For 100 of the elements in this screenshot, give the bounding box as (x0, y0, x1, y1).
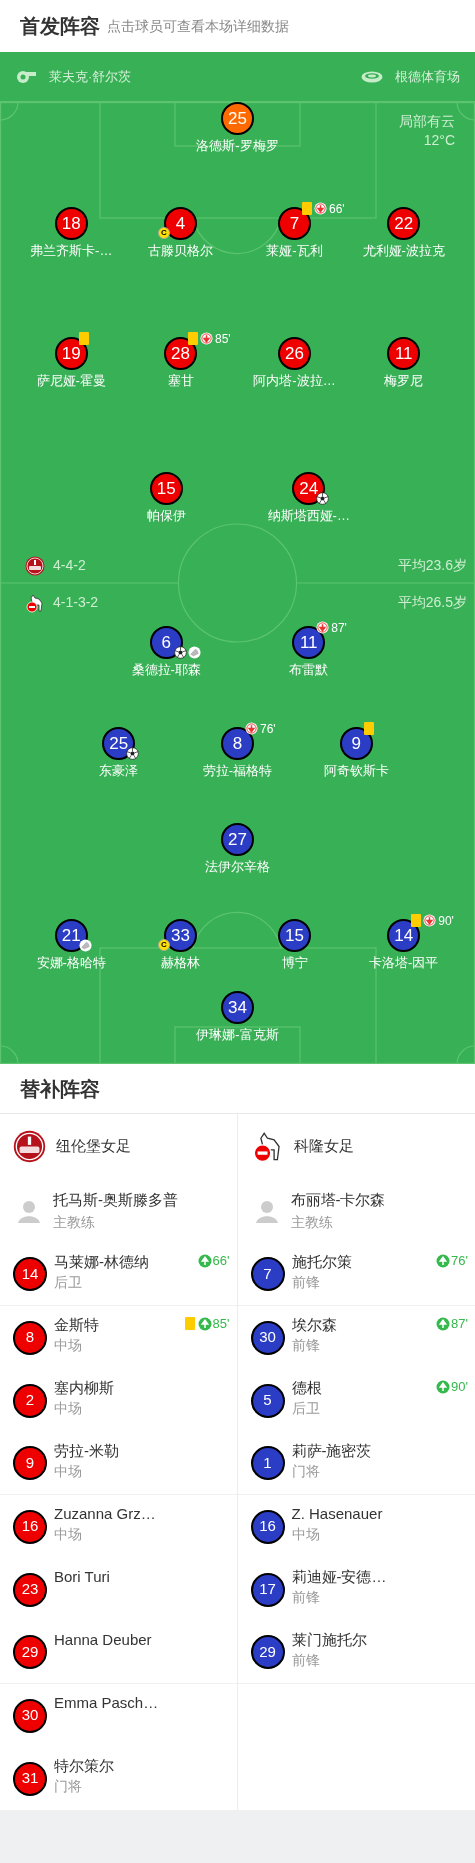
player-name[interactable]: 尤利娅-波拉克 (362, 243, 445, 259)
player-name[interactable]: 安娜-格哈特 (36, 955, 106, 971)
player-name[interactable]: 特尔策尔 (54, 1755, 114, 1776)
player-name[interactable]: Z. Hasenauer (291, 1503, 383, 1524)
player-name[interactable]: 劳拉-米勒 (54, 1440, 119, 1461)
player-name[interactable]: 法伊尔辛格 (205, 859, 270, 875)
player-name[interactable]: 莉迪娅-安德… (291, 1566, 387, 1587)
player-number[interactable]: 9 (339, 727, 373, 760)
club-crest-icon (13, 1130, 46, 1163)
player-number[interactable]: 31 (13, 1761, 47, 1796)
player-name[interactable]: Hanna Deuber (54, 1629, 152, 1650)
player-name[interactable]: 东豪泽 (99, 763, 139, 779)
player-number[interactable]: 15 (278, 919, 311, 952)
player-name[interactable]: 塞内柳斯 (54, 1377, 114, 1398)
player-name[interactable]: 赫格林 (161, 955, 200, 971)
player-name[interactable]: 马莱娜-林德纳 (54, 1251, 149, 1272)
player-number[interactable]: 6 (149, 626, 183, 659)
player-number[interactable]: 15 (149, 472, 183, 505)
player-position: 中场 (54, 1336, 83, 1355)
stadium-icon (361, 70, 383, 83)
player-name[interactable]: 博宁 (281, 955, 308, 971)
coach-name[interactable]: 托马斯-奥斯滕多普 (53, 1189, 178, 1211)
player-number[interactable]: 29 (13, 1635, 47, 1669)
player-position: 前锋 (291, 1336, 321, 1355)
player-number[interactable]: 11 (292, 626, 326, 659)
player-name[interactable]: 弗兰齐斯卡-… (30, 243, 113, 259)
player-number[interactable]: 21 (54, 919, 88, 952)
player-number[interactable]: 7 (278, 207, 311, 240)
substitution-minute: 76' (451, 1252, 468, 1270)
player-number[interactable]: 18 (54, 207, 88, 240)
player-number[interactable]: 14 (387, 919, 421, 952)
player-number[interactable]: 14 (13, 1257, 47, 1291)
player-number[interactable]: 22 (387, 207, 421, 240)
player-position: 中场 (54, 1462, 83, 1481)
player-name[interactable]: 埃尔森 (291, 1314, 337, 1335)
player-number[interactable]: 2 (13, 1383, 47, 1418)
player-name[interactable]: 德根 (291, 1377, 322, 1398)
player-name[interactable]: Bori Turi (54, 1566, 110, 1587)
player-number[interactable]: 16 (13, 1509, 47, 1544)
formation: 4-4-2 (53, 556, 86, 575)
player-name[interactable]: 梅罗尼 (384, 373, 424, 389)
player-number[interactable]: 30 (13, 1698, 47, 1733)
player-number[interactable]: 8 (13, 1320, 47, 1355)
formation: 4-1-3-2 (53, 593, 99, 612)
player-name[interactable]: 劳拉-福格特 (202, 763, 273, 779)
player-position: 中场 (54, 1399, 83, 1418)
player-number[interactable]: 23 (13, 1572, 47, 1607)
player-number[interactable]: 25 (221, 102, 254, 135)
player-name[interactable]: 洛德斯-罗梅罗 (196, 138, 279, 154)
player-number[interactable]: 29 (250, 1635, 285, 1669)
player-number[interactable]: 26 (278, 337, 311, 370)
substitution-minute: 85' (215, 332, 231, 345)
player-name[interactable]: Zuzanna Grz… (54, 1503, 156, 1524)
player-name[interactable]: 金斯特 (54, 1314, 99, 1335)
coach-role: 主教练 (290, 1213, 334, 1232)
substitution-minute: 85' (212, 1315, 230, 1333)
player-position: 前锋 (291, 1273, 321, 1292)
section-hint: 点击球员可查看本场详细数据 (107, 16, 289, 36)
player-name[interactable]: 古滕贝格尔 (148, 243, 213, 259)
player-name[interactable]: 纳斯塔西娅-… (267, 508, 350, 524)
player-position: 前锋 (291, 1651, 321, 1670)
player-name[interactable]: 卡洛塔-因平 (369, 955, 439, 971)
average-age: 平均26.5岁 (397, 593, 467, 612)
player-number[interactable]: 7 (250, 1257, 285, 1291)
player-name[interactable]: 萨尼娅-霍曼 (36, 373, 106, 389)
player-number[interactable]: 34 (221, 991, 254, 1024)
substitution-minute: 90' (451, 1378, 468, 1396)
player-name[interactable]: 帕保伊 (146, 508, 186, 524)
player-number[interactable]: 30 (250, 1320, 285, 1355)
player-name[interactable]: 布雷默 (289, 662, 329, 678)
player-number[interactable]: 1 (250, 1446, 285, 1480)
player-number[interactable]: 19 (54, 337, 88, 370)
player-number[interactable]: 16 (250, 1509, 285, 1544)
substitution-minute: 87' (451, 1315, 468, 1333)
coach-name[interactable]: 布丽塔-卡尔森 (290, 1189, 386, 1211)
player-position: 中场 (291, 1525, 321, 1544)
player-number[interactable]: 28 (164, 337, 197, 370)
player-name[interactable]: 莉萨-施密茨 (291, 1440, 372, 1461)
substitution-minute: 66' (329, 202, 345, 215)
player-number[interactable]: 9 (13, 1446, 47, 1480)
player-name[interactable]: Emma Pasch… (54, 1692, 159, 1713)
player-name[interactable]: 塞甘 (167, 373, 194, 389)
captain-badge: C (158, 227, 170, 239)
player-name[interactable]: 施托尔策 (291, 1251, 352, 1272)
player-name[interactable]: 莱娅-瓦利 (266, 243, 323, 259)
player-name[interactable]: 阿奇钦斯卡 (323, 763, 389, 779)
player-number[interactable]: 27 (221, 823, 254, 856)
person-placeholder-icon (254, 1199, 279, 1223)
section-title: 首发阵容 (20, 14, 100, 39)
player-name[interactable]: 阿内塔-波拉… (253, 373, 336, 389)
player-number[interactable]: 5 (250, 1383, 285, 1418)
player-number[interactable]: 8 (221, 727, 254, 760)
player-number[interactable]: 11 (387, 337, 421, 370)
player-number[interactable]: 17 (250, 1572, 285, 1607)
player-name[interactable]: 桑德拉-耶森 (131, 662, 201, 678)
player-name[interactable]: 莱门施托尔 (291, 1629, 367, 1650)
goat-crest-icon (25, 592, 45, 613)
player-position: 门将 (54, 1777, 83, 1796)
player-position: 后卫 (291, 1399, 321, 1418)
whistle-icon (15, 69, 37, 84)
